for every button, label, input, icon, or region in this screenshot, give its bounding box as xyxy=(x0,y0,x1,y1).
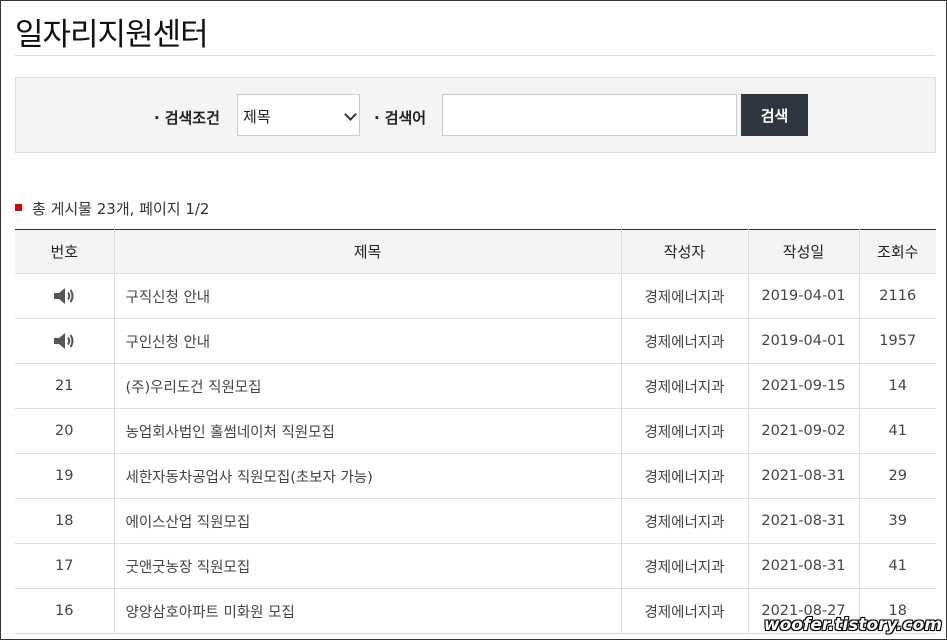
row-views: 1957 xyxy=(858,318,936,364)
header-date: 작성일 xyxy=(747,229,859,274)
row-author: 경제에너지과 xyxy=(620,543,748,589)
row-views: 14 xyxy=(858,363,936,409)
search-condition-label: · 검색조건 xyxy=(154,109,220,127)
search-condition-select[interactable]: 제목 xyxy=(237,94,360,136)
row-number: 18 xyxy=(15,498,114,544)
row-author: 경제에너지과 xyxy=(620,453,748,499)
row-author: 경제에너지과 xyxy=(620,408,748,454)
row-notice-cell xyxy=(15,273,114,319)
row-date: 2019-04-01 xyxy=(747,318,859,364)
row-author: 경제에너지과 xyxy=(620,363,748,409)
row-title-link[interactable]: 에이스산업 직원모집 xyxy=(113,498,621,544)
row-author: 경제에너지과 xyxy=(620,588,748,634)
row-title-link[interactable]: 굿앤굿농장 직원모집 xyxy=(113,543,621,589)
table-row[interactable]: 21 (주)우리도건 직원모집 경제에너지과 2021-09-15 14 xyxy=(15,363,936,409)
row-number: 21 xyxy=(15,363,114,409)
speaker-icon xyxy=(54,333,74,349)
table-row[interactable]: 18 에이스산업 직원모집 경제에너지과 2021-08-31 39 xyxy=(15,498,936,544)
row-notice-cell xyxy=(15,318,114,364)
search-keyword-label: · 검색어 xyxy=(374,109,427,127)
table-row[interactable]: 17 굿앤굿농장 직원모집 경제에너지과 2021-08-31 41 xyxy=(15,543,936,589)
row-number: 16 xyxy=(15,588,114,634)
row-title-link[interactable]: 구인신청 안내 xyxy=(113,318,621,364)
red-square-bullet-icon xyxy=(15,204,22,211)
chevron-down-icon xyxy=(344,108,357,121)
row-author: 경제에너지과 xyxy=(620,273,748,319)
page-title: 일자리지원센터 xyxy=(15,17,209,53)
header-title: 제목 xyxy=(113,229,621,274)
row-title-link[interactable]: (주)우리도건 직원모집 xyxy=(113,363,621,409)
search-input[interactable] xyxy=(442,94,737,136)
table-row[interactable]: 구직신청 안내 경제에너지과 2019-04-01 2116 xyxy=(15,273,936,319)
row-date: 2019-04-01 xyxy=(747,273,859,319)
row-views: 41 xyxy=(858,408,936,454)
row-title-link[interactable]: 농업회사법인 홀썸네이처 직원모집 xyxy=(113,408,621,454)
search-panel: · 검색조건 제목 · 검색어 검색 xyxy=(15,77,936,153)
row-title-link[interactable]: 세한자동차공업사 직원모집(초보자 가능) xyxy=(113,453,621,499)
row-views: 41 xyxy=(858,543,936,589)
row-author: 경제에너지과 xyxy=(620,318,748,364)
board-table: 번호 제목 작성자 작성일 조회수 구직신청 안내 경제에너지과 2019-04-0… xyxy=(15,229,936,634)
row-title-link[interactable]: 양양삼호아파트 미화원 모집 xyxy=(113,588,621,634)
row-date: 2021-08-31 xyxy=(747,453,859,499)
table-row[interactable]: 20 농업회사법인 홀썸네이처 직원모집 경제에너지과 2021-09-02 41 xyxy=(15,408,936,454)
watermark: woofer.tistory.com xyxy=(763,615,942,635)
row-number: 19 xyxy=(15,453,114,499)
row-views: 2116 xyxy=(858,273,936,319)
search-button[interactable]: 검색 xyxy=(741,94,808,136)
row-date: 2021-09-02 xyxy=(747,408,859,454)
row-date: 2021-08-31 xyxy=(747,498,859,544)
search-condition-value: 제목 xyxy=(243,108,271,126)
row-author: 경제에너지과 xyxy=(620,498,748,544)
row-views: 29 xyxy=(858,453,936,499)
row-views: 39 xyxy=(858,498,936,544)
speaker-icon xyxy=(54,288,74,304)
table-row[interactable]: 구인신청 안내 경제에너지과 2019-04-01 1957 xyxy=(15,318,936,364)
header-author: 작성자 xyxy=(620,229,748,274)
row-date: 2021-08-31 xyxy=(747,543,859,589)
row-title-link[interactable]: 구직신청 안내 xyxy=(113,273,621,319)
row-date: 2021-09-15 xyxy=(747,363,859,409)
table-row[interactable]: 19 세한자동차공업사 직원모집(초보자 가능) 경제에너지과 2021-08-31 2… xyxy=(15,453,936,499)
header-number: 번호 xyxy=(15,229,114,274)
table-header-row: 번호 제목 작성자 작성일 조회수 xyxy=(15,229,936,274)
row-number: 17 xyxy=(15,543,114,589)
header-views: 조회수 xyxy=(858,229,936,274)
post-count-summary: 총 게시물 23개, 페이지 1/2 xyxy=(15,198,209,219)
row-number: 20 xyxy=(15,408,114,454)
title-divider xyxy=(15,55,935,56)
